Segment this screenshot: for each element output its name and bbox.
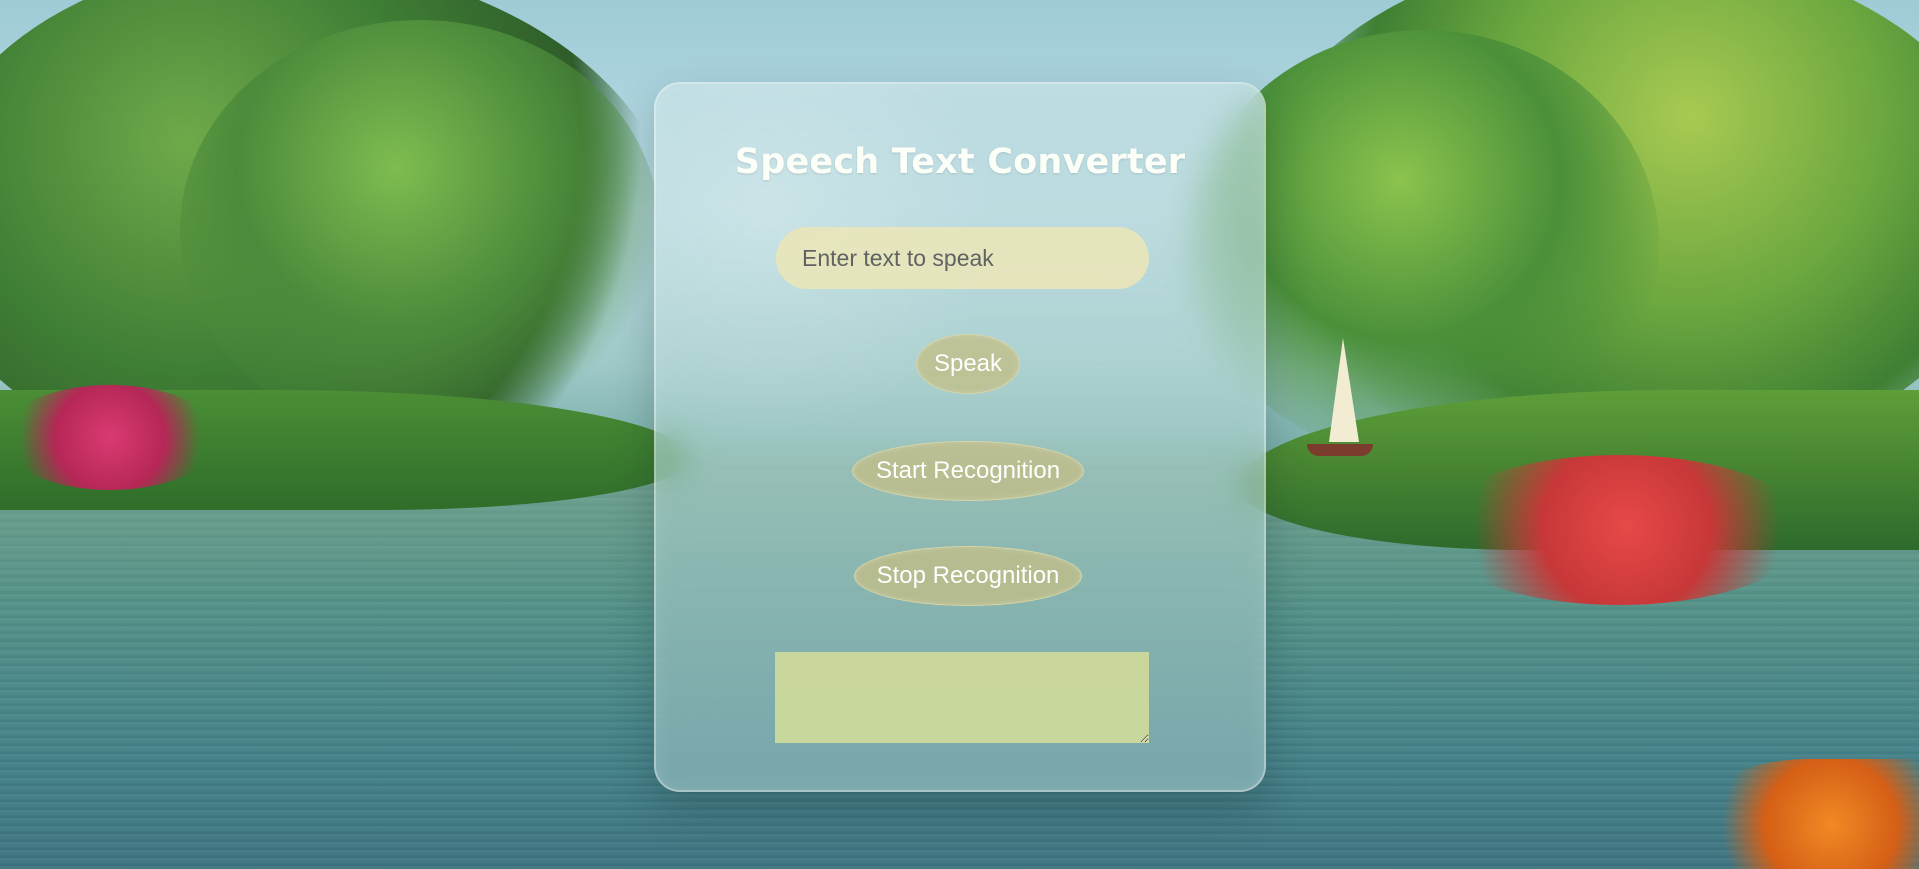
start-recognition-button[interactable]: Start Recognition	[852, 441, 1084, 501]
page-title: Speech Text Converter	[734, 142, 1186, 182]
left-flower-bed	[0, 385, 220, 490]
speech-converter-panel: Speech Text Converter Speak Start Recogn…	[654, 82, 1266, 792]
sailboat-hull	[1307, 444, 1373, 456]
sailboat	[1307, 338, 1373, 468]
stop-recognition-button[interactable]: Stop Recognition	[854, 546, 1082, 606]
text-to-speak-input[interactable]	[776, 227, 1149, 289]
sailboat-sail	[1329, 338, 1359, 442]
right-flower-bed	[1429, 455, 1809, 605]
left-tree-foliage	[180, 20, 660, 440]
speak-button[interactable]: Speak	[916, 334, 1020, 394]
recognition-result-textarea[interactable]	[775, 652, 1149, 743]
bottom-right-flowers	[1699, 759, 1919, 869]
